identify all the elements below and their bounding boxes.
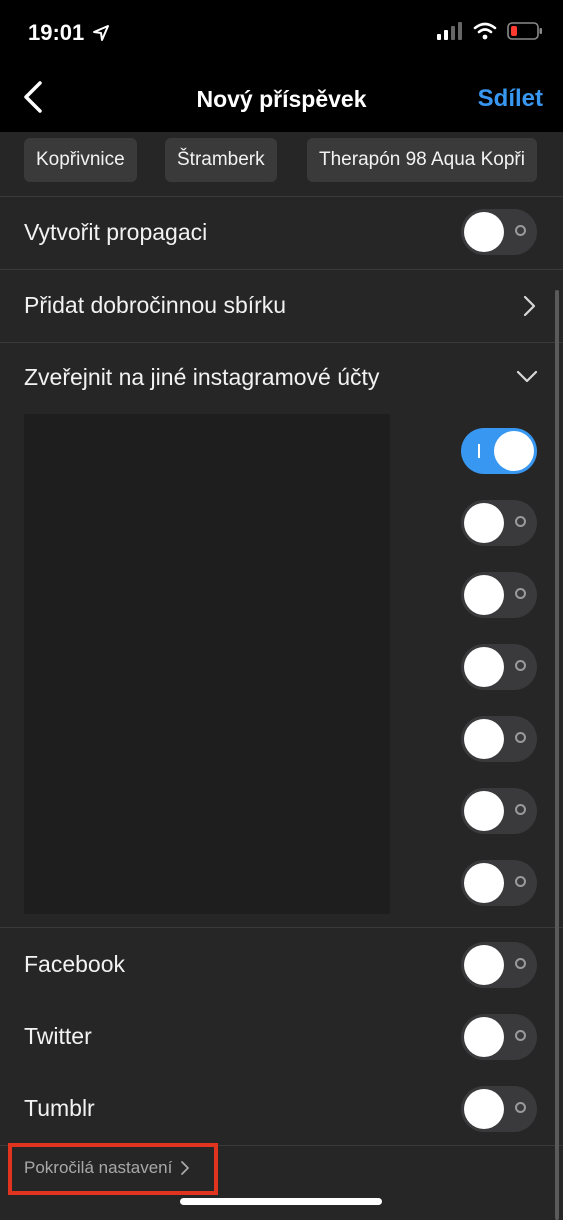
location-arrow-icon — [93, 25, 109, 41]
divider — [0, 927, 563, 928]
status-time: 19:01 — [28, 20, 85, 45]
account-toggle[interactable] — [461, 428, 537, 474]
promotion-label: Vytvořit propagaci — [24, 219, 208, 245]
scrollbar[interactable] — [555, 290, 559, 1220]
share-target-label: Twitter — [24, 1023, 92, 1049]
cellular-signal-icon — [437, 22, 462, 40]
share-target-toggle[interactable] — [461, 1086, 537, 1132]
status-icons — [437, 22, 543, 40]
account-toggle[interactable] — [461, 716, 537, 762]
share-target-toggle[interactable] — [461, 942, 537, 988]
share-button[interactable]: Sdílet — [478, 85, 543, 113]
promotion-toggle[interactable] — [461, 209, 537, 255]
chevron-right-icon — [523, 295, 536, 317]
highlight-box — [8, 1143, 218, 1195]
account-toggle[interactable] — [461, 788, 537, 834]
share-accounts-row[interactable]: Zveřejnit na jiné instagramové účty — [0, 342, 563, 414]
chevron-down-icon — [516, 370, 538, 383]
share-accounts-label: Zveřejnit na jiné instagramové účty — [24, 364, 380, 390]
account-list-redacted — [24, 414, 390, 914]
location-chip[interactable]: Therapón 98 Aqua Kopři — [307, 138, 537, 182]
wifi-icon — [473, 22, 497, 40]
share-target-row: Tumblr — [0, 1073, 563, 1145]
location-tags: Kopřivnice Štramberk Therapón 98 Aqua Ko… — [0, 132, 563, 197]
location-chip[interactable]: Štramberk — [165, 138, 277, 182]
share-target-toggle[interactable] — [461, 1014, 537, 1060]
account-toggle[interactable] — [461, 500, 537, 546]
share-target-row: Twitter — [0, 1001, 563, 1073]
account-toggle[interactable] — [461, 572, 537, 618]
top-bar: 19:01 Nový příspěvek Sdílet — [0, 0, 563, 132]
promotion-row: Vytvořit propagaci — [0, 197, 563, 270]
account-toggle[interactable] — [461, 860, 537, 906]
battery-low-icon — [507, 22, 542, 40]
fundraiser-label: Přidat dobročinnou sbírku — [24, 292, 287, 318]
share-target-label: Facebook — [24, 951, 126, 977]
account-toggle[interactable] — [461, 644, 537, 690]
home-indicator — [180, 1198, 382, 1205]
location-chip[interactable]: Kopřivnice — [24, 138, 137, 182]
fundraiser-row[interactable]: Přidat dobročinnou sbírku — [0, 270, 563, 343]
share-target-label: Tumblr — [24, 1095, 95, 1121]
share-target-row: Facebook — [0, 929, 563, 1001]
